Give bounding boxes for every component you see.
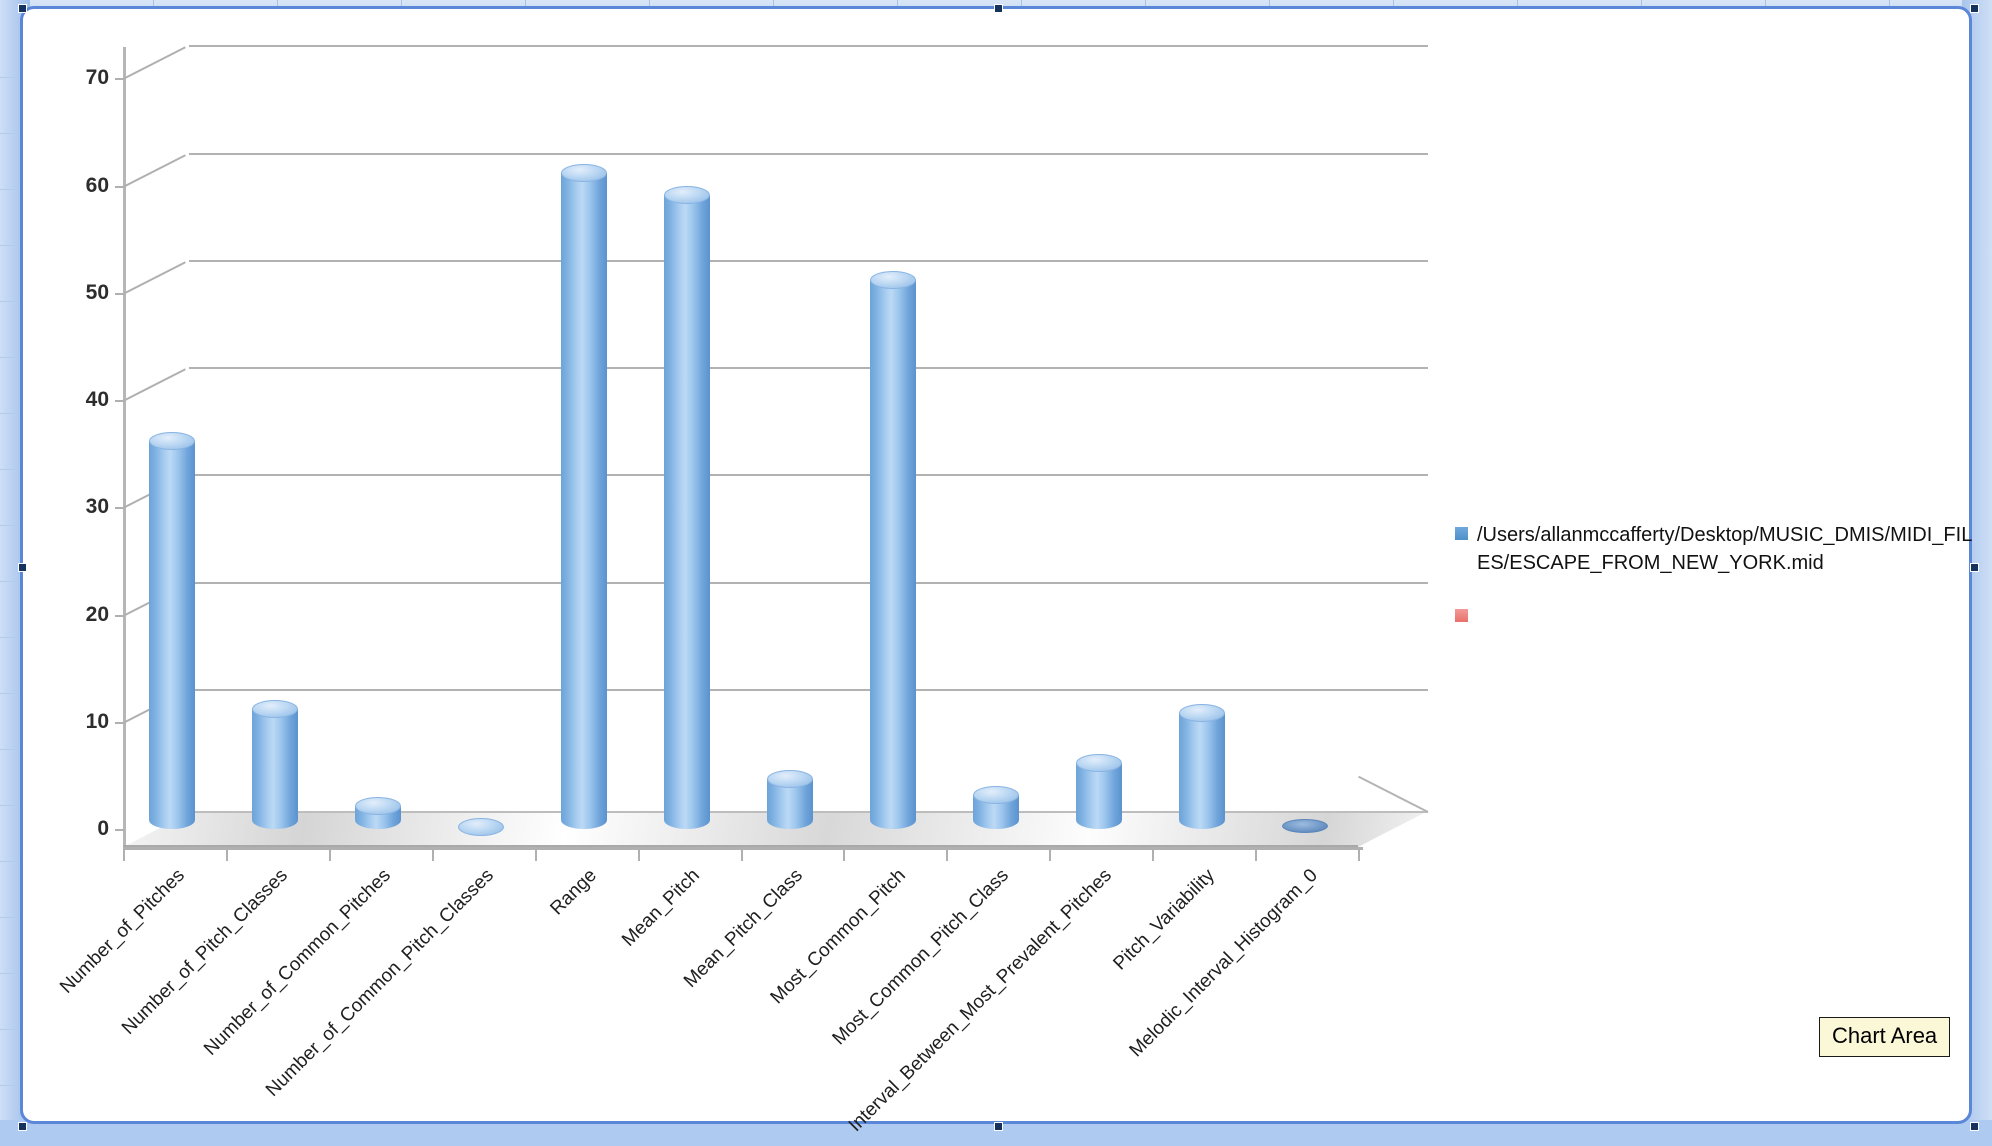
x-axis-label-text: Number_of_Pitch_Classes <box>118 865 293 1039</box>
bar-cap <box>1281 819 1328 833</box>
selection-handle[interactable] <box>18 4 27 13</box>
bar-cap <box>355 796 402 815</box>
bar-melodic-interval-histogram-0[interactable] <box>1281 819 1328 833</box>
gridline-depth-riser <box>122 261 186 295</box>
bar-range[interactable] <box>561 164 608 829</box>
bar-cap <box>664 185 711 204</box>
bar-most-common-pitch-class[interactable] <box>972 786 1019 829</box>
gridline <box>189 259 1428 262</box>
x-axis-label-text: Mean_Pitch <box>618 865 704 951</box>
x-axis-label-text: Number_of_Common_Pitches <box>200 865 396 1060</box>
x-axis-tick <box>843 850 846 861</box>
legend-entry[interactable]: /Users/allanmccafferty/Desktop/MUSIC_DMI… <box>1455 521 1975 577</box>
y-axis-tick-label: 0 <box>97 817 109 840</box>
x-axis-tick <box>328 850 331 861</box>
bar-most-common-pitch[interactable] <box>869 271 916 829</box>
y-axis-tick-label: 10 <box>85 709 109 733</box>
x-axis-tick <box>123 850 125 861</box>
chart-legend[interactable]: /Users/allanmccafferty/Desktop/MUSIC_DMI… <box>1455 521 1975 648</box>
legend-entry[interactable] <box>1455 603 1975 622</box>
chart-object-frame[interactable]: 0 10 20 30 40 50 60 70 Number_of_Pitches Number_… <box>18 4 1979 1136</box>
plot-area: 0 10 20 30 40 50 60 70 <box>86 45 1429 847</box>
x-axis-label-text: Melodic_Interval_Histogram_0 <box>1125 865 1322 1062</box>
y-axis-tick-label: 20 <box>85 602 109 626</box>
spreadsheet-window: 0 10 20 30 40 50 60 70 Number_of_Pitches Number_… <box>0 0 1992 1146</box>
bar-body <box>1178 712 1225 829</box>
bar-mean-pitch-class[interactable] <box>766 770 813 829</box>
legend-swatch <box>1455 527 1468 540</box>
selection-handle[interactable] <box>1970 563 1979 572</box>
bar-interval-between-most-prevalent-pitches[interactable] <box>1075 753 1122 829</box>
y-axis-tick-label: 40 <box>85 388 109 412</box>
legend-label: /Users/allanmccafferty/Desktop/MUSIC_DMI… <box>1477 524 1973 574</box>
x-axis-label-text: Most_Common_Pitch_Class <box>828 865 1013 1050</box>
bar-body <box>561 173 608 829</box>
x-axis-label-text: Range <box>546 865 601 920</box>
gridline <box>189 152 1428 155</box>
bar-mean-pitch[interactable] <box>664 185 711 829</box>
gridline <box>189 581 1428 584</box>
y-axis-tick-label: 50 <box>85 280 109 304</box>
bar-body <box>149 441 196 829</box>
bar-cap <box>1178 703 1225 722</box>
gridline <box>189 367 1428 370</box>
bar-body <box>664 194 711 829</box>
gridline-depth-riser <box>122 368 186 403</box>
y-axis-tick-label: 60 <box>85 173 109 197</box>
legend-swatch <box>1455 609 1468 622</box>
x-axis-tick <box>637 850 640 861</box>
bar-cap <box>1075 753 1122 772</box>
chart-area-tooltip: Chart Area <box>1819 1017 1951 1057</box>
x-axis-tick <box>1152 850 1155 861</box>
bar-body <box>869 280 916 829</box>
selection-handle[interactable] <box>994 4 1003 13</box>
gridline <box>189 474 1428 477</box>
gridline <box>189 688 1428 691</box>
bar-body <box>252 709 299 829</box>
bar-number-of-common-pitch-classes[interactable] <box>458 818 505 837</box>
x-axis-tick <box>740 850 743 861</box>
x-axis-label-text: Number_of_Common_Pitch_Classes <box>262 865 499 1101</box>
x-axis-tick <box>1049 850 1052 861</box>
gridline <box>189 45 1428 48</box>
bar-number-of-common-pitches[interactable] <box>355 796 402 829</box>
x-axis-tick <box>1255 850 1258 861</box>
x-axis-tick <box>431 850 434 861</box>
selection-handle[interactable] <box>18 1122 27 1131</box>
selection-handle[interactable] <box>18 563 27 572</box>
bar-body <box>1075 762 1122 829</box>
x-axis-tick <box>534 850 537 861</box>
bar-pitch-variability[interactable] <box>1178 703 1225 829</box>
y-axis-line <box>123 47 126 847</box>
selection-handle[interactable] <box>1970 4 1979 13</box>
bar-number-of-pitches[interactable] <box>149 432 196 829</box>
bar-cap <box>972 786 1019 805</box>
bar-number-of-pitch-classes[interactable] <box>252 700 299 829</box>
y-axis-tick-label: 30 <box>85 495 109 519</box>
gridline-depth-riser <box>122 46 186 81</box>
gridline-depth-riser <box>122 153 186 188</box>
chart-area[interactable]: 0 10 20 30 40 50 60 70 Number_of_Pitches Number_… <box>23 9 1972 1136</box>
x-axis-label-text: Pitch_Variability <box>1109 865 1219 975</box>
x-axis-tick <box>225 850 228 861</box>
x-axis-tick <box>1358 850 1360 861</box>
selection-handle[interactable] <box>994 1122 1003 1131</box>
y-axis-tick-label: 70 <box>85 66 109 90</box>
bar-cap <box>766 770 813 789</box>
x-axis-tick <box>946 850 949 861</box>
selection-handle[interactable] <box>1970 1122 1979 1131</box>
